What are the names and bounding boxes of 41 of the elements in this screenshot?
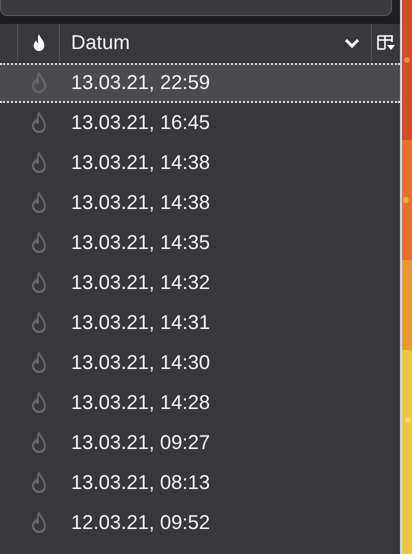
flame-icon — [30, 112, 48, 134]
table-row[interactable]: 13.03.21, 14:30 — [0, 343, 400, 383]
search-field[interactable] — [0, 0, 392, 16]
table-row[interactable]: 13.03.21, 14:28 — [0, 383, 400, 423]
table-row[interactable]: 13.03.21, 09:27 — [0, 423, 400, 463]
flame-icon — [30, 312, 48, 334]
date-cell-text: 13.03.21, 09:27 — [70, 432, 210, 454]
date-cell-text: 12.03.21, 09:52 — [70, 512, 210, 534]
table-row[interactable]: 13.03.21, 14:32 — [0, 263, 400, 303]
flame-icon — [30, 272, 48, 294]
date-cell-text: 13.03.21, 08:13 — [70, 472, 210, 494]
date-cell-text: 13.03.21, 14:35 — [70, 232, 210, 254]
table-row[interactable]: 13.03.21, 14:35 — [0, 223, 400, 263]
date-cell-text: 13.03.21, 14:31 — [70, 312, 210, 334]
table-row[interactable]: 13.03.21, 14:38 — [0, 143, 400, 183]
flame-icon — [30, 512, 48, 534]
flame-icon — [30, 352, 48, 374]
table-row[interactable]: 13.03.21, 08:13 — [0, 463, 400, 503]
flame-icon — [30, 72, 48, 94]
column-header[interactable]: Datum — [60, 24, 372, 62]
date-cell-text: 13.03.21, 14:38 — [70, 192, 210, 214]
date-cell-text: 13.03.21, 16:45 — [70, 112, 210, 134]
column-label: Datum — [71, 32, 131, 54]
table-row[interactable]: 13.03.21, 16:45 — [0, 103, 400, 143]
table-row[interactable]: 13.03.21, 14:31 — [0, 303, 400, 343]
date-cell-text: 13.03.21, 22:59 — [70, 72, 210, 94]
table-row[interactable]: 12.03.21, 09:52 — [0, 503, 400, 543]
date-cell-text: 13.03.21, 14:28 — [70, 392, 210, 414]
flame-icon — [30, 432, 48, 454]
flame-icon — [30, 232, 48, 254]
date-cell-text: 13.03.21, 14:32 — [70, 272, 210, 294]
column-chooser-icon — [376, 34, 396, 52]
flame-icon — [30, 192, 48, 214]
table-row[interactable]: 13.03.21, 14:38 — [0, 183, 400, 223]
table-row[interactable]: 13.03.21, 22:59 — [0, 63, 400, 103]
date-cell-text: 13.03.21, 14:38 — [70, 152, 210, 174]
flame-icon — [30, 472, 48, 494]
flame-icon — [30, 33, 46, 53]
flame-icon — [30, 392, 48, 414]
date-cell-text: 13.03.21, 14:30 — [70, 352, 210, 374]
flame-icon — [30, 152, 48, 174]
